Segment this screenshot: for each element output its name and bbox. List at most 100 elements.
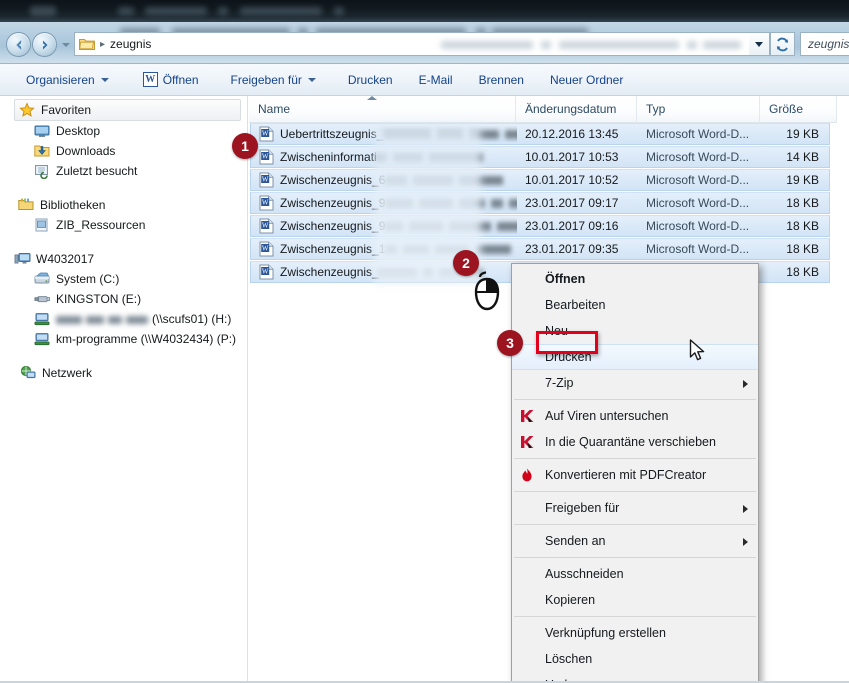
context-menu-item-7-zip[interactable]: 7-Zip (512, 370, 758, 396)
file-size-cell: 18 KB (786, 242, 819, 256)
sidebar-item-zib-ressourcen[interactable]: ZIB_Ressourcen (0, 215, 247, 235)
file-size-cell: 18 KB (786, 196, 819, 210)
toolbar-organisieren[interactable]: Organisieren (16, 68, 119, 92)
context-menu-item-label: In die Quarantäne verschieben (545, 435, 716, 449)
file-type-cell: Microsoft Word-D... (646, 242, 750, 256)
context-menu-item-loschen[interactable]: Löschen (512, 646, 758, 672)
toolbar-neuer-ordner[interactable]: Neuer Ordner (540, 68, 633, 92)
context-menu-item-freigeben-fur[interactable]: Freigeben für (512, 495, 758, 521)
context-menu-item-verknupfung-erstellen[interactable]: Verknüpfung erstellen (512, 620, 758, 646)
context-menu-item-label: Öffnen (545, 272, 586, 286)
word-document-icon: W (259, 241, 274, 257)
toolbar-drucken[interactable]: Drucken (338, 68, 403, 92)
sidebar-item-favoriten[interactable]: Favoriten (14, 99, 241, 121)
sidebar-item-label: km-programme (\\W4032434) (P:) (56, 332, 237, 346)
sidebar-item-downloads[interactable]: Downloads (0, 141, 247, 161)
recent-pages-dropdown[interactable] (60, 35, 72, 55)
table-row[interactable]: W Uebertrittszeugnis_ 20.12.2016 13:45 Micr… (250, 123, 830, 145)
context-menu-item-offnen[interactable]: Öffnen (512, 266, 758, 292)
submenu-arrow-icon (743, 538, 748, 546)
table-row[interactable]: W Zwischenzeugnis_9 23.01.2017 09:16 Micros… (250, 215, 830, 237)
file-name-cell: W Zwischenzeugnis_1 (251, 241, 517, 257)
context-menu-item-in-die-quarantane-verschieben[interactable]: In die Quarantäne verschieben (512, 429, 758, 455)
table-row[interactable]: W Zwischenzeugnis_9 23.01.2017 09:17 Micros… (250, 192, 830, 214)
context-menu-item-konvertieren-mit-pdfcreator[interactable]: Konvertieren mit PDFCreator (512, 462, 758, 488)
toolbar-email[interactable]: E-Mail (409, 68, 463, 92)
sidebar-item-computer[interactable]: W4032017 (0, 249, 247, 269)
breadcrumb-folder-label[interactable]: zeugnis (110, 37, 151, 51)
forward-button[interactable] (32, 32, 57, 57)
word-document-icon: W (259, 218, 274, 234)
navigation-buttons[interactable] (6, 32, 72, 57)
file-size-cell: 19 KB (786, 127, 819, 141)
context-menu-item-label: Konvertieren mit PDFCreator (545, 468, 707, 482)
file-name-redacted (385, 221, 517, 233)
sidebar-item-km-programme-p[interactable]: km-programme (\\W4032434) (P:) (0, 329, 247, 349)
file-type-cell: Microsoft Word-D... (646, 219, 750, 233)
address-extra-blurred (441, 39, 741, 50)
network-drive-icon (34, 331, 50, 347)
table-row[interactable]: W Zwischenzeugnis_1 23.01.2017 09:35 Micros… (250, 238, 830, 260)
file-name-label: Zwischeninformati (280, 150, 377, 164)
address-dropdown-button[interactable] (749, 32, 770, 56)
word-icon: W (142, 72, 158, 87)
sidebar-item-label: Downloads (56, 144, 116, 158)
file-name-redacted (383, 129, 517, 141)
context-menu-item-auf-viren-untersuchen[interactable]: Auf Viren untersuchen (512, 403, 758, 429)
svg-text:W: W (262, 153, 269, 161)
sidebar-item-bibliotheken[interactable]: Bibliotheken (0, 195, 247, 215)
toolbar-oeffnen[interactable]: W Öffnen (133, 68, 209, 92)
computer-icon (14, 251, 31, 267)
table-row[interactable]: W Zwischenzeugnis_6 10.01.2017 10:52 Micros… (250, 169, 830, 191)
sidebar-item-netzwerk[interactable]: Netzwerk (0, 363, 247, 383)
context-menu-item-senden-an[interactable]: Senden an (512, 528, 758, 554)
column-header-size[interactable]: Größe (760, 95, 837, 123)
column-label: Größe (769, 102, 804, 116)
address-bar[interactable]: ▸ zeugnis (74, 32, 749, 56)
context-menu-item-label: 7-Zip (545, 376, 574, 390)
usb-drive-icon (34, 291, 50, 307)
sidebar-item-kingston-e[interactable]: KINGSTON (E:) (0, 289, 247, 309)
context-menu-item-bearbeiten[interactable]: Bearbeiten (512, 292, 758, 318)
context-menu-item-label: Senden an (545, 534, 606, 548)
context-menu-separator (514, 458, 756, 459)
word-document-icon: W (259, 172, 274, 188)
svg-text:W: W (262, 199, 269, 207)
toolbar-freigeben-fuer[interactable]: Freigeben für (221, 68, 326, 92)
sidebar-item-system-c[interactable]: System (C:) (0, 269, 247, 289)
sidebar-item-desktop[interactable]: Desktop (0, 121, 247, 141)
downloads-icon (34, 143, 50, 159)
word-document-icon: W (259, 149, 274, 165)
refresh-button[interactable] (770, 32, 795, 56)
table-row[interactable]: W Zwischeninformati 10.01.2017 10:53 Micros… (250, 146, 830, 168)
submenu-arrow-icon (743, 505, 748, 513)
toolbar-label: Freigeben für (230, 72, 302, 87)
toolbar-label: Drucken (347, 72, 393, 87)
search-input[interactable]: zeugnis (800, 32, 849, 56)
sidebar-item-network-drive-h[interactable]: (\\scufs01) (H:) (0, 309, 247, 329)
star-icon (19, 102, 35, 118)
svg-text:W: W (262, 130, 269, 138)
context-menu-separator (514, 557, 756, 558)
sort-ascending-icon (367, 95, 377, 100)
back-button[interactable] (6, 32, 31, 57)
context-menu-item-label: Bearbeiten (545, 298, 606, 312)
toolbar-brennen[interactable]: Brennen (469, 68, 534, 92)
annotation-badge-3: 3 (497, 330, 523, 356)
context-menu-item-ausschneiden[interactable]: Ausschneiden (512, 561, 758, 587)
sidebar-item-label: Favoriten (41, 103, 92, 117)
chevron-down-icon (100, 77, 109, 82)
context-menu-item-label: Ausschneiden (545, 567, 624, 581)
toolbar-label: Brennen (478, 72, 524, 87)
column-header-type[interactable]: Typ (637, 95, 760, 123)
context-menu-item-kopieren[interactable]: Kopieren (512, 587, 758, 613)
file-name-cell: W Zwischenzeugnis_9 (251, 195, 517, 211)
sidebar-item-zuletzt-besucht[interactable]: Zuletzt besucht (0, 161, 247, 181)
search-value: zeugnis (808, 37, 849, 51)
explorer-window: ▸ zeugnis zeugnis Organisieren W Öffnen (0, 0, 849, 683)
column-header-name[interactable]: Name (249, 95, 516, 123)
column-header-date[interactable]: Änderungsdatum (516, 95, 637, 123)
command-bar: Organisieren W Öffnen Freigeben für Druc… (0, 64, 849, 96)
